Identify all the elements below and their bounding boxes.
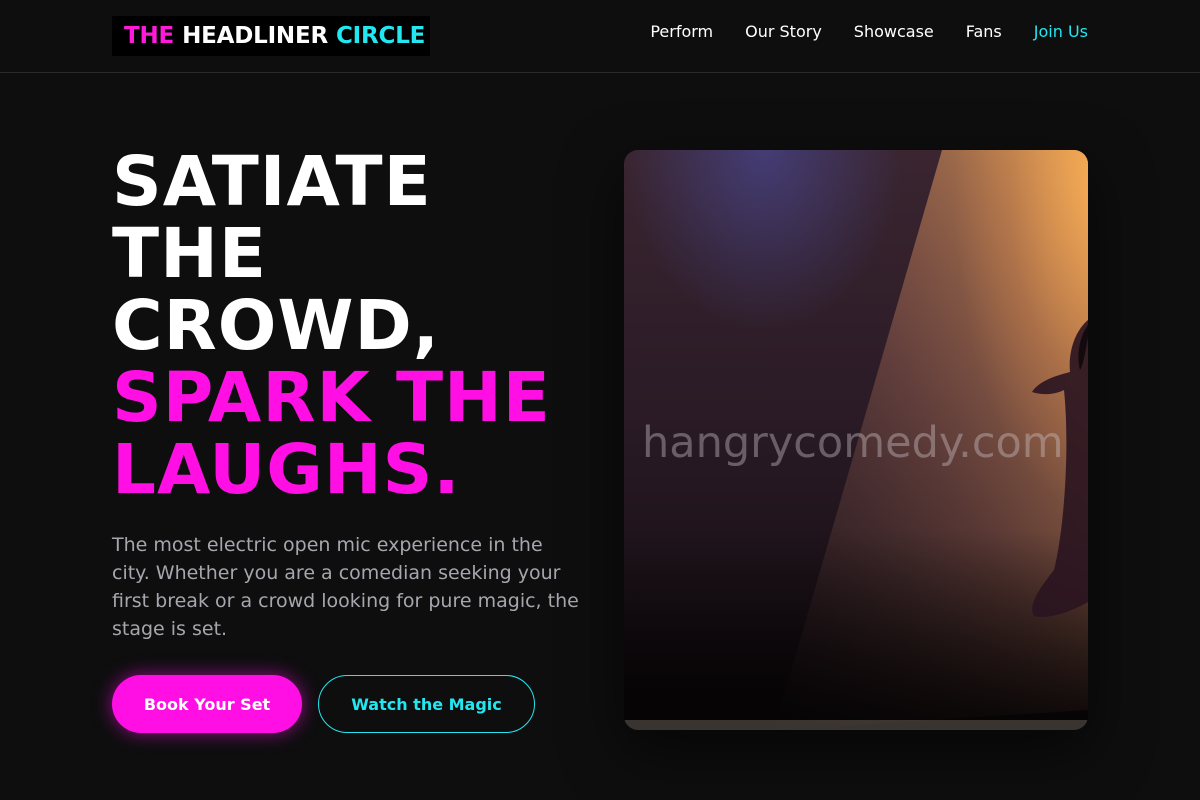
headline-line-3: CROWD, bbox=[112, 286, 441, 366]
headline-line-2: THE bbox=[112, 214, 267, 294]
nav-link-fans[interactable]: Fans bbox=[966, 22, 1002, 46]
nav-link-our-story[interactable]: Our Story bbox=[745, 22, 822, 46]
nav-link-join-us[interactable]: Join Us bbox=[1034, 22, 1088, 46]
watermark-text: hangrycomedy.com bbox=[642, 418, 1064, 468]
headline-line-5: LAUGHS. bbox=[112, 430, 461, 510]
brand-word-circle: CIRCLE bbox=[336, 23, 426, 49]
watch-the-magic-button[interactable]: Watch the Magic bbox=[318, 675, 535, 733]
nav-link-showcase[interactable]: Showcase bbox=[854, 22, 934, 46]
headline-line-4: SPARK THE bbox=[112, 358, 551, 438]
hero-headline: SATIATE THE CROWD, SPARK THE LAUGHS. bbox=[112, 146, 592, 506]
main-nav: Perform Our Story Showcase Fans Join Us bbox=[650, 22, 1088, 46]
hero-stage-photo: hangrycomedy.com bbox=[624, 150, 1088, 730]
brand-word-the: THE bbox=[124, 23, 175, 49]
brand-word-headliner: HEADLINER bbox=[182, 23, 328, 49]
book-your-set-button[interactable]: Book Your Set bbox=[112, 675, 302, 733]
hero-description: The most electric open mic experience in… bbox=[112, 534, 579, 640]
nav-link-perform[interactable]: Perform bbox=[650, 22, 713, 46]
brand-logo[interactable]: THE HEADLINER CIRCLE bbox=[112, 16, 430, 56]
headline-line-1: SATIATE bbox=[112, 142, 432, 222]
top-navigation-bar: THE HEADLINER CIRCLE Perform Our Story S… bbox=[0, 0, 1200, 73]
